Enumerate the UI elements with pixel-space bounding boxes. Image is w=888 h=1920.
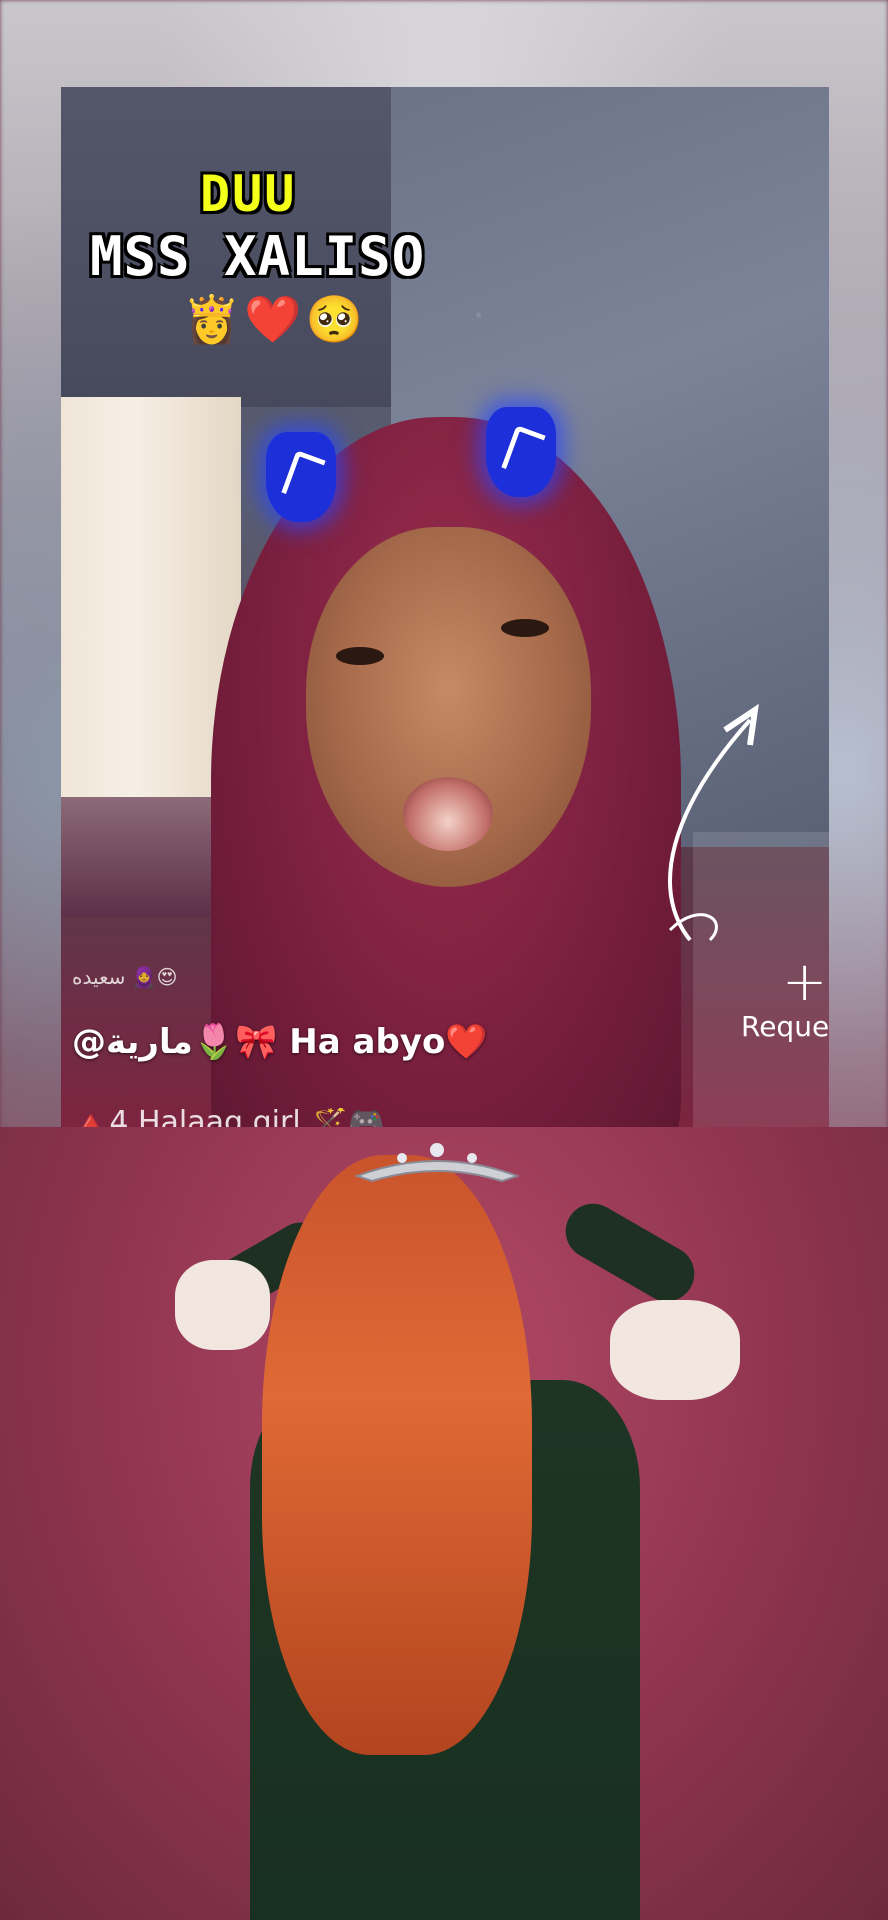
tiara-icon	[354, 1143, 520, 1183]
live-comment-cut: 🔺4 Halaag girl 🪄🎮	[72, 1108, 385, 1127]
right-sleeve	[610, 1300, 740, 1400]
live-comment-small: سعيده 🧕😍	[72, 965, 178, 989]
overlay-title-line1: DUU	[200, 165, 297, 223]
left-sleeve	[175, 1260, 270, 1350]
left-eye	[336, 647, 384, 665]
cat-ear-left-icon	[266, 432, 336, 522]
overlay-title-line2: MSS XALISO	[90, 225, 426, 288]
right-eye	[501, 619, 549, 637]
red-hair	[262, 1155, 532, 1755]
request-label[interactable]: Reque	[741, 1010, 829, 1043]
request-plus-button[interactable]: +	[782, 950, 827, 1013]
live-comment-main: @مارية🌷🎀 Ha abyo❤️	[72, 1022, 488, 1062]
curved-arrow-icon	[668, 703, 759, 942]
mouth	[403, 777, 493, 851]
overlay-emojis: 👸❤️🥺	[183, 292, 367, 346]
cat-ear-right-icon	[486, 407, 556, 497]
